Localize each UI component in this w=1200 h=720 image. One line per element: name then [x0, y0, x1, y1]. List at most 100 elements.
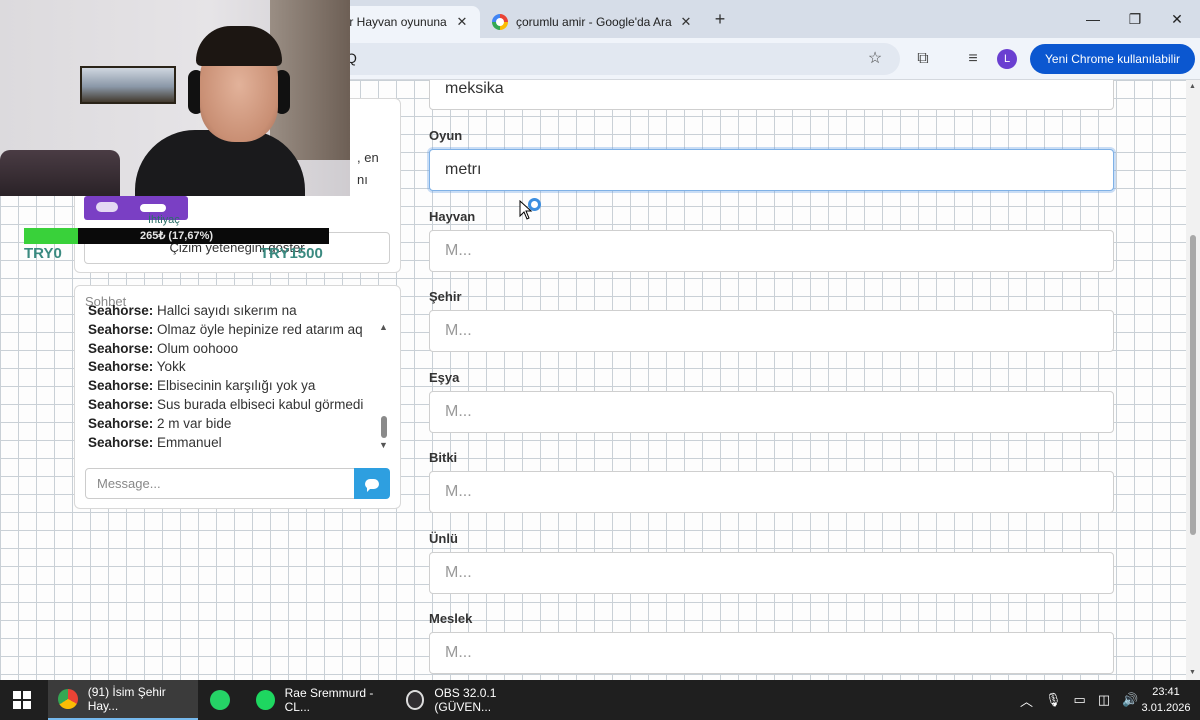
chat-scrollbar[interactable]: ▲ ▼ — [378, 322, 390, 452]
chat-panel: Sohbet Seahorse: Hallci sayıdı sıkerım n… — [74, 285, 401, 509]
scroll-down-icon[interactable]: ▼ — [379, 440, 388, 450]
taskbar-app-label: OBS 32.0.1 (GÜVEN... — [434, 686, 497, 714]
chat-text: Yokk — [156, 359, 186, 375]
microphone-icon[interactable]: 🎙 — [1045, 692, 1062, 708]
donation-max-label: TRY1500 — [260, 245, 323, 262]
field-input-6[interactable] — [429, 632, 1114, 674]
chat-text: Emmanuel — [157, 434, 222, 450]
maximize-button[interactable]: ❐ — [1112, 0, 1158, 38]
field-input-2[interactable] — [429, 310, 1114, 352]
scroll-thumb[interactable] — [1190, 235, 1196, 535]
media-queue-icon[interactable]: ≡ — [961, 47, 985, 71]
volume-icon[interactable]: 🔊 — [1122, 692, 1138, 708]
tab-title: çorumlu amir - Google'da Ara — [516, 15, 672, 29]
chat-message: Seahorse: Emmanuel — [88, 435, 378, 453]
previous-field-input[interactable] — [429, 80, 1114, 110]
chat-message: Seahorse: Olum oohooo — [88, 341, 378, 360]
taskbar-app-obs[interactable]: OBS 32.0.1 (GÜVEN... — [396, 680, 544, 720]
close-icon[interactable]: ✕ — [454, 14, 470, 30]
chat-message: Seahorse: Elbisecinin karşılığı yok ya — [88, 378, 378, 397]
whatsapp-icon — [210, 690, 230, 710]
scroll-up-icon[interactable]: ▲ — [1189, 83, 1196, 90]
field-label-1: Hayvan — [429, 208, 476, 224]
taskbar: (91) İsim Şehir Hay... Rae Sremmurd - CL… — [0, 680, 1200, 720]
scroll-up-icon[interactable]: ▲ — [379, 322, 388, 332]
tab-title: hir Hayvan oyununa — [340, 15, 447, 29]
chat-text: Hallci sayıdı sıkerım na — [157, 303, 297, 318]
chat-username: Seahorse: — [88, 434, 154, 450]
webcam-sofa — [0, 150, 120, 196]
chat-username: Seahorse: — [88, 415, 154, 431]
chat-message: Seahorse: Olmaz öyle hepinize red atarım… — [88, 322, 378, 341]
chat-username: Seahorse: — [88, 396, 154, 412]
field-input-0[interactable] — [429, 149, 1114, 191]
chat-text: Sus burada elbiseci kabul görmedi — [157, 396, 364, 412]
chat-message: Seahorse: Yokk — [88, 359, 378, 378]
chat-username: Seahorse: — [88, 359, 154, 375]
chat-message: Seahorse: Sus burada elbiseci kabul görm… — [88, 397, 378, 416]
taskbar-app-label: (91) İsim Şehir Hay... — [87, 685, 166, 713]
tab-isim-sehir[interactable]: hir Hayvan oyununa ✕ — [330, 6, 480, 38]
chat-username: Seahorse: — [88, 303, 154, 318]
extensions-icon[interactable]: ⧉ — [911, 47, 935, 71]
chat-text: Olmaz öyle hepinize red atarım aq — [157, 321, 363, 337]
cloud-icon — [96, 202, 118, 212]
chat-text: 2 m var bide — [157, 415, 232, 431]
chat-username: Seahorse: — [88, 378, 154, 394]
minimize-button[interactable]: — — [1070, 0, 1116, 38]
chat-message: Seahorse: Hallci sayıdı sıkerım na — [88, 303, 378, 322]
field-input-4[interactable] — [429, 471, 1114, 513]
clock-date: 3.01.2026 — [1141, 702, 1191, 714]
new-tab-button[interactable]: + — [708, 8, 732, 32]
chat-text: Elbisecinin karşılığı yok ya — [157, 378, 316, 394]
chat-username: Seahorse: — [88, 321, 154, 337]
send-message-button[interactable] — [354, 468, 390, 499]
chat-text: Olum oohooo — [157, 340, 239, 356]
scroll-down-icon[interactable]: ▼ — [1189, 669, 1196, 676]
taskbar-app-chrome[interactable]: (91) İsim Şehir Hay... — [48, 680, 198, 720]
message-input[interactable] — [85, 468, 355, 499]
taskbar-clock[interactable]: 23:41 3.01.2026 — [1138, 684, 1194, 716]
close-icon[interactable]: ✕ — [678, 14, 694, 30]
field-label-6: Meslek — [429, 611, 473, 626]
field-label-2: Şehir — [429, 289, 462, 304]
bookmark-star-icon[interactable]: ☆ — [863, 47, 887, 71]
chrome-update-button[interactable]: Yeni Chrome kullanılabilir — [1030, 44, 1195, 74]
field-input-1[interactable] — [429, 229, 1114, 272]
chat-message: Seahorse: 2 m var bide — [88, 416, 378, 435]
donation-progress-text: 265₺ (17,67%) — [139, 230, 214, 242]
obs-icon — [406, 690, 425, 710]
spotify-icon — [256, 690, 275, 710]
info-text-2: nı — [357, 172, 368, 187]
field-label-4: Bitki — [429, 450, 458, 465]
windows-start-icon[interactable] — [13, 691, 31, 709]
webcam-overlay — [0, 0, 350, 196]
chat-bubble-icon — [365, 478, 379, 492]
taskbar-app-whatsapp[interactable] — [200, 680, 244, 720]
scroll-thumb[interactable] — [381, 416, 387, 438]
network-icon[interactable]: ◫ — [1098, 692, 1110, 708]
donation-min-label: TRY0 — [24, 245, 62, 262]
field-input-5[interactable] — [429, 551, 1114, 594]
battery-icon[interactable]: ▭ — [1074, 692, 1086, 708]
chat-log: Seahorse: Hallci sayıdı sıkerım na Seahor… — [88, 303, 378, 453]
chat-username: Seahorse: — [88, 340, 154, 356]
clock-time: 23:41 — [1152, 686, 1180, 698]
field-label-3: Eşya — [429, 369, 460, 385]
tab-google-search[interactable]: çorumlu amir - Google'da Ara ✕ — [482, 6, 704, 38]
field-label-5: Ünlü — [429, 530, 458, 546]
profile-avatar[interactable]: L — [997, 49, 1017, 69]
donation-progress-bar: 265₺ (17,67%) — [24, 228, 329, 244]
chrome-icon — [58, 689, 78, 709]
close-window-button[interactable]: ✕ — [1154, 0, 1200, 38]
address-bar[interactable]: Q — [300, 43, 900, 75]
system-tray: ︿ 🎙 ▭ ◫ 🔊 — [1020, 680, 1150, 720]
sponsor-logo — [140, 204, 166, 212]
taskbar-app-spotify[interactable]: Rae Sremmurd - CL... — [246, 680, 394, 720]
field-label-0: Oyun — [429, 128, 463, 143]
chevron-up-icon[interactable]: ︿ — [1020, 691, 1033, 710]
info-text: , en — [357, 150, 379, 165]
wall-picture — [80, 66, 176, 104]
field-input-3[interactable] — [429, 390, 1114, 433]
page-scrollbar[interactable]: ▲ ▼ — [1186, 80, 1200, 680]
